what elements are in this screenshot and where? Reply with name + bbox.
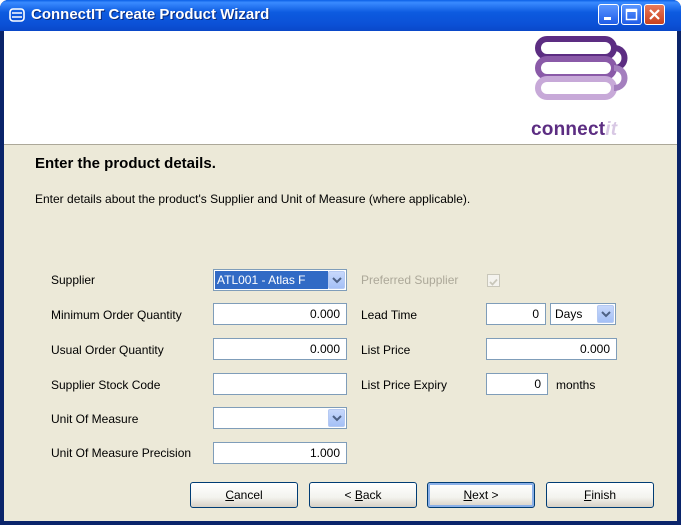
list-price-expiry-field[interactable]: 0 — [486, 373, 548, 395]
unit-of-measure-label: Unit Of Measure — [51, 412, 139, 426]
preferred-supplier-label: Preferred Supplier — [361, 273, 459, 287]
unit-of-measure-select[interactable] — [213, 407, 347, 429]
list-price-expiry-label: List Price Expiry — [361, 378, 448, 392]
list-price-label: List Price — [361, 343, 411, 357]
close-button[interactable] — [644, 4, 665, 25]
back-button[interactable]: < Back — [309, 482, 417, 508]
uom-precision-label: Unit Of Measure Precision — [51, 446, 192, 460]
supplier-stock-code-field[interactable] — [213, 373, 347, 395]
minimize-button[interactable] — [598, 4, 619, 25]
min-order-qty-field[interactable]: 0.000 — [213, 303, 347, 325]
chevron-down-icon — [332, 415, 342, 422]
page-heading: Enter the product details. — [35, 155, 216, 172]
usual-order-qty-label: Usual Order Quantity — [51, 343, 164, 357]
lead-time-unit-select[interactable]: Days — [550, 303, 616, 325]
checkmark-icon — [489, 278, 498, 286]
lead-time-unit-dropdown-button[interactable] — [597, 305, 614, 323]
list-price-field[interactable]: 0.000 — [486, 338, 617, 360]
preferred-supplier-checkbox[interactable] — [487, 274, 500, 287]
title-bar[interactable]: ConnectIT Create Product Wizard — [0, 0, 681, 31]
supplier-dropdown-button[interactable] — [328, 271, 345, 289]
maximize-icon — [625, 8, 638, 21]
next-button[interactable]: Next > — [427, 482, 535, 508]
unit-of-measure-dropdown-button[interactable] — [328, 409, 345, 427]
unit-of-measure-value — [215, 409, 217, 427]
maximize-button[interactable] — [621, 4, 642, 25]
supplier-stock-code-label: Supplier Stock Code — [51, 378, 161, 392]
logo-text: connectit — [531, 119, 618, 140]
wizard-body: connectit Enter the product details. Ent… — [4, 31, 677, 521]
usual-order-qty-field[interactable]: 0.000 — [213, 338, 347, 360]
lead-time-field[interactable]: 0 — [486, 303, 546, 325]
supplier-value: ATL001 - Atlas F — [215, 271, 328, 289]
close-icon — [649, 9, 660, 20]
lead-time-label: Lead Time — [361, 308, 418, 322]
chevron-down-icon — [332, 277, 342, 284]
app-icon — [9, 8, 25, 22]
months-label: months — [556, 378, 596, 392]
supplier-select[interactable]: ATL001 - Atlas F — [213, 269, 347, 291]
window-title: ConnectIT Create Product Wizard — [31, 6, 270, 23]
chevron-down-icon — [601, 311, 611, 318]
lead-time-unit-value: Days — [555, 307, 583, 321]
min-order-qty-label: Minimum Order Quantity — [51, 308, 182, 322]
page-description: Enter details about the product's Suppli… — [35, 192, 471, 206]
uom-precision-field[interactable]: 1.000 — [213, 442, 347, 464]
banner: connectit — [4, 31, 677, 145]
supplier-label: Supplier — [51, 273, 96, 287]
wizard-window: ConnectIT Create Product Wizard connecti… — [0, 0, 681, 525]
finish-button[interactable]: Finish — [546, 482, 654, 508]
minimize-icon — [604, 17, 611, 20]
cancel-button[interactable]: Cancel — [190, 482, 298, 508]
